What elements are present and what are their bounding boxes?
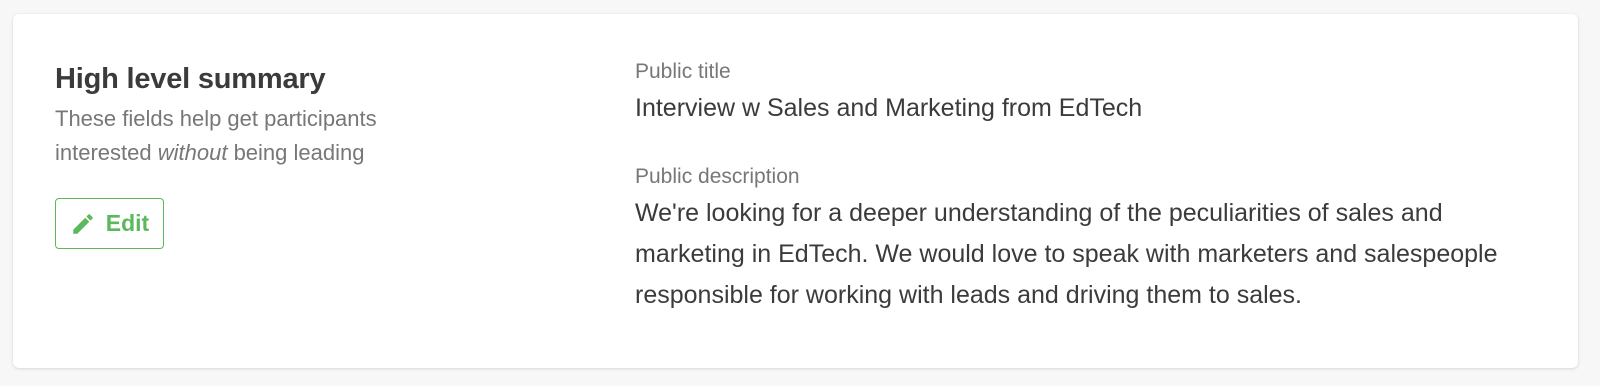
summary-fields: Public title Interview w Sales and Marke… [635, 58, 1535, 316]
section-title: High level summary [55, 63, 326, 95]
summary-card: High level summary These fields help get… [13, 14, 1578, 368]
public-description-label: Public description [635, 165, 800, 188]
help-text-emphasis: without [157, 140, 228, 165]
pencil-icon [70, 211, 96, 237]
edit-button[interactable]: Edit [55, 198, 164, 249]
edit-button-label: Edit [105, 210, 150, 236]
public-title-value: Interview w Sales and Marketing from EdT… [635, 94, 1143, 122]
public-description-field: Public description We're looking for a d… [635, 163, 1535, 316]
help-text-suffix: being leading [227, 140, 365, 165]
section-help-text: These fields help get participants inter… [55, 102, 415, 170]
public-description-value: We're looking for a deeper understanding… [635, 199, 1498, 309]
public-title-field: Public title Interview w Sales and Marke… [635, 58, 1535, 129]
summary-header: High level summary These fields help get… [55, 62, 455, 249]
public-title-label: Public title [635, 60, 731, 83]
